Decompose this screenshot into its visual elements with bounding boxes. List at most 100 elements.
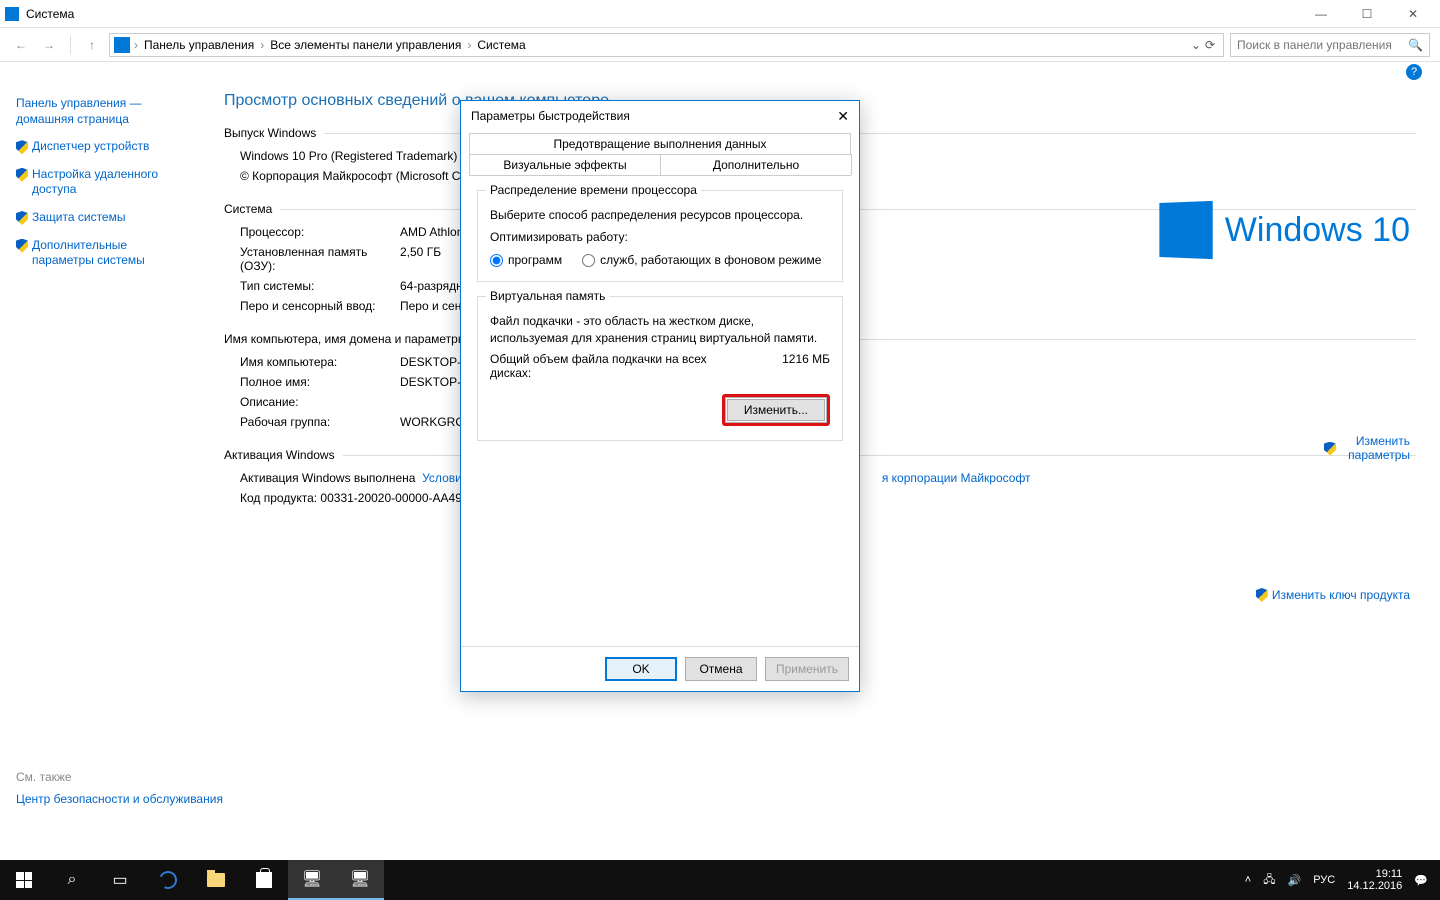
taskbar-store[interactable]	[240, 860, 288, 900]
back-button[interactable]: ←	[10, 34, 32, 56]
change-button[interactable]: Изменить...	[727, 399, 825, 421]
tray-clock[interactable]: 19:11 14.12.2016	[1347, 868, 1402, 892]
value: 2,50 ГБ	[400, 245, 441, 273]
radio-label: служб, работающих в фоновом режиме	[600, 253, 821, 267]
taskbar-app-1[interactable]: 🖥	[288, 860, 336, 900]
maximize-button[interactable]: ☐	[1344, 0, 1390, 28]
breadcrumb-item[interactable]: Система	[471, 38, 531, 52]
sidebar-item-label: Настройка удаленного доступа	[32, 167, 184, 198]
dialog-body: Распределение времени процессора Выберит…	[461, 176, 859, 646]
license-terms-link[interactable]: Услови	[422, 471, 462, 485]
minimize-button[interactable]: —	[1298, 0, 1344, 28]
label: Рабочая группа:	[240, 415, 400, 429]
group-legend: Система	[224, 202, 280, 216]
label: Код продукта:	[240, 491, 317, 505]
tray-language[interactable]: РУС	[1313, 874, 1335, 886]
sidebar-item-advanced-settings[interactable]: Дополнительные параметры системы	[16, 238, 184, 269]
change-product-key-link[interactable]: Изменить ключ продукта	[1256, 587, 1410, 602]
windows10-text: Windows 10	[1225, 211, 1410, 250]
label: Тип системы:	[240, 279, 400, 293]
taskbar-edge[interactable]	[144, 860, 192, 900]
tab-visual-effects[interactable]: Визуальные эффекты	[469, 154, 661, 175]
up-button[interactable]: ↑	[81, 34, 103, 56]
group-legend: Виртуальная память	[486, 289, 609, 303]
breadcrumb-item[interactable]: Панель управления	[138, 38, 260, 52]
window-titlebar: Система — ☐ ✕	[0, 0, 1440, 28]
tray-chevron-up-icon[interactable]: ˄	[1245, 874, 1251, 886]
tab-dep[interactable]: Предотвращение выполнения данных	[469, 133, 851, 154]
processor-scheduling-group: Распределение времени процессора Выберит…	[477, 190, 843, 282]
performance-options-dialog: Параметры быстродействия ✕ Предотвращени…	[460, 100, 860, 692]
vm-total-label: Общий объем файла подкачки на всех диска…	[490, 352, 710, 380]
system-tray: ˄ 🖧 🔊 РУС 19:11 14.12.2016 💬	[1233, 868, 1440, 892]
dialog-title: Параметры быстродействия	[471, 109, 630, 123]
edition-name: Windows 10 Pro (Registered Trademark)	[240, 149, 457, 163]
forward-button[interactable]: →	[38, 34, 60, 56]
label: Имя компьютера:	[240, 355, 400, 369]
dialog-button-bar: OK Отмена Применить	[461, 646, 859, 691]
radio-input[interactable]	[582, 254, 595, 267]
radio-input[interactable]	[490, 254, 503, 267]
sidebar-item-remote-settings[interactable]: Настройка удаленного доступа	[16, 167, 184, 198]
breadcrumb-item[interactable]: Все элементы панели управления	[264, 38, 467, 52]
ok-button[interactable]: OK	[605, 657, 677, 681]
sidebar-item-device-manager[interactable]: Диспетчер устройств	[16, 139, 184, 155]
refresh-button[interactable]: ⟳	[1205, 38, 1215, 52]
taskbar-file-explorer[interactable]	[192, 860, 240, 900]
sidebar-item-system-protection[interactable]: Защита системы	[16, 210, 184, 226]
edge-icon	[156, 868, 179, 891]
control-panel-home-link[interactable]: Панель управления — домашняя страница	[16, 96, 184, 127]
search-button[interactable]: ⌕	[48, 860, 96, 900]
shield-icon	[16, 211, 28, 225]
start-button[interactable]	[0, 860, 48, 900]
taskbar: ⌕ ▭ 🖥 🖥 ˄ 🖧 🔊 РУС 19:11 14.12.2016 💬	[0, 860, 1440, 900]
app-icon	[4, 6, 20, 22]
dialog-tabs: Предотвращение выполнения данных Визуаль…	[469, 133, 851, 176]
cancel-button[interactable]: Отмена	[685, 657, 757, 681]
breadcrumb-dropdown-icon[interactable]: ⌄	[1191, 38, 1201, 52]
sidebar-item-label: Защита системы	[32, 210, 125, 226]
radio-label: программ	[508, 253, 562, 267]
license-terms-link-continued[interactable]: я корпорации Майкрософт	[882, 471, 1031, 485]
search-icon[interactable]: 🔍	[1408, 38, 1423, 52]
control-panel-icon	[114, 37, 130, 53]
link-text: Изменить параметры	[1340, 434, 1410, 462]
label: Полное имя:	[240, 375, 400, 389]
shield-icon	[1256, 588, 1268, 602]
group-legend: Распределение времени процессора	[486, 183, 701, 197]
task-view-button[interactable]: ▭	[96, 860, 144, 900]
change-settings-link[interactable]: Изменить параметры	[1324, 434, 1410, 462]
apply-button[interactable]: Применить	[765, 657, 849, 681]
tray-notifications-icon[interactable]: 💬	[1414, 874, 1428, 887]
group-legend: Активация Windows	[224, 448, 343, 462]
radio-programs[interactable]: программ	[490, 253, 562, 267]
tray-time: 19:11	[1347, 868, 1402, 880]
store-icon	[256, 872, 272, 888]
tray-network-icon[interactable]: 🖧	[1263, 871, 1275, 890]
breadcrumb[interactable]: › Панель управления › Все элементы панел…	[109, 33, 1224, 57]
search-box[interactable]: 🔍	[1230, 33, 1430, 57]
tab-advanced[interactable]: Дополнительно	[660, 154, 852, 175]
taskbar-app-2[interactable]: 🖥	[336, 860, 384, 900]
description-text: Выберите способ распределения ресурсов п…	[490, 207, 830, 223]
label: Описание:	[240, 395, 400, 409]
tray-volume-icon[interactable]: 🔊	[1288, 874, 1302, 887]
windows-logo-icon	[1159, 201, 1212, 259]
value: 00331-20020-00000-AA497	[320, 491, 468, 505]
search-input[interactable]	[1237, 38, 1408, 52]
close-button[interactable]: ✕	[1390, 0, 1436, 28]
tray-date: 14.12.2016	[1347, 880, 1402, 892]
folder-icon	[207, 873, 225, 887]
windows10-logo: Windows 10	[1157, 202, 1410, 258]
copyright-text: © Корпорация Майкрософт (Microsoft Co	[240, 169, 467, 183]
highlight-annotation: Изменить...	[722, 394, 830, 426]
dialog-close-button[interactable]: ✕	[809, 108, 849, 125]
see-also-heading: См. также	[16, 770, 223, 784]
windows-start-icon	[16, 872, 32, 888]
help-icon[interactable]: ?	[1406, 64, 1422, 80]
radio-background-services[interactable]: служб, работающих в фоновом режиме	[582, 253, 821, 267]
label: Процессор:	[240, 225, 400, 239]
see-also-link[interactable]: Центр безопасности и обслуживания	[16, 792, 223, 808]
label: Перо и сенсорный ввод:	[240, 299, 400, 313]
shield-icon	[16, 239, 28, 253]
